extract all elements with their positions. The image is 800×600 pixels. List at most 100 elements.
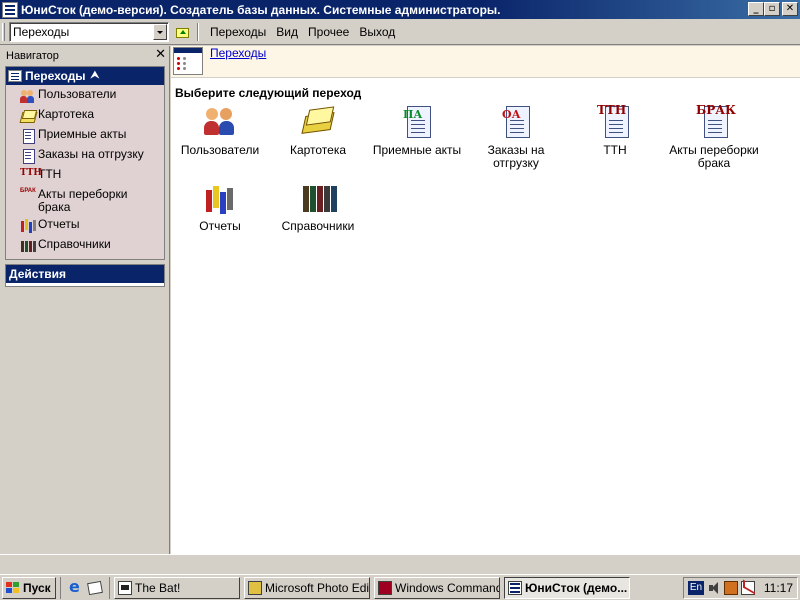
section-title: Выберите следующий переход [175, 86, 362, 100]
transitions-group-header[interactable]: Переходы ⮝ [6, 67, 164, 85]
card-file-icon [300, 104, 336, 140]
sidebar-item-shipping-orders[interactable]: Заказы на отгрузку [6, 146, 164, 166]
close-button[interactable]: ✕ [782, 2, 798, 16]
show-desktop-icon[interactable] [87, 580, 103, 596]
defect-acts-icon: БРАК [20, 188, 36, 194]
tile-badge: ТТН [597, 103, 627, 117]
sidebar-item-users[interactable]: Пользователи [6, 86, 164, 106]
tile-label: Отчеты [199, 219, 241, 233]
menu-item-transitions[interactable]: Переходы [205, 23, 271, 41]
tile-reference-books[interactable]: Справочники [269, 180, 367, 233]
taskbar-button-unistock[interactable]: ЮниСток (демо... [504, 576, 630, 599]
sidebar-item-label: Приемные акты [38, 127, 127, 141]
menu-item-exit[interactable]: Выход [354, 23, 400, 41]
tile-reports[interactable]: Отчеты [171, 180, 269, 233]
breadcrumb: Переходы [171, 46, 800, 78]
volume-icon[interactable] [707, 581, 721, 595]
users-icon [202, 104, 238, 140]
command-prompt-icon [378, 580, 392, 595]
tile-label: Картотека [289, 143, 347, 157]
chevron-down-icon[interactable] [153, 23, 167, 40]
taskbar-button-command[interactable]: Windows Command... [374, 576, 500, 599]
sidebar-item-label: ТТН [38, 167, 62, 181]
app-icon[interactable] [2, 1, 18, 18]
sidebar-item-ttn[interactable]: ТТН ТТН [6, 166, 164, 186]
tile-shipping-orders[interactable]: ОА Заказы на отгрузку [467, 104, 565, 170]
up-folder-button[interactable] [173, 23, 191, 41]
ttn-icon: ТТН [20, 168, 42, 178]
internet-explorer-icon[interactable] [67, 577, 83, 596]
sidebar-item-acceptance-acts[interactable]: Приемные акты [6, 126, 164, 146]
sidebar-item-label: Отчеты [38, 217, 80, 231]
taskbar-button-the-bat[interactable]: The Bat! [114, 576, 240, 599]
toolbar-separator [197, 22, 199, 41]
ttn-icon: ТТН [597, 104, 633, 140]
taskbar: Пуск The Bat! Microsoft Photo Edi... Win… [0, 574, 800, 600]
sidebar-item-label: Справочники [38, 237, 111, 251]
tile-label: Заказы на отгрузку [487, 143, 545, 170]
breadcrumb-link-transitions[interactable]: Переходы [210, 46, 266, 60]
language-indicator[interactable]: En [688, 581, 704, 595]
collapse-chevron-icon[interactable]: ⮝ [91, 67, 100, 85]
transitions-list: Пользователи Картотека Приемные акты Зак… [6, 85, 164, 259]
transitions-group: Переходы ⮝ Пользователи Картотека Приемн… [5, 66, 165, 260]
tile-label: ТТН [603, 143, 627, 157]
tile-ttn[interactable]: ТТН ТТН [566, 104, 664, 157]
navigator-header: Навигатор ✕ [4, 48, 168, 64]
tile-users[interactable]: Пользователи [171, 104, 269, 157]
navigation-combobox[interactable]: Переходы [9, 21, 169, 42]
sidebar-item-defect-acts[interactable]: БРАК Акты переборки брака [6, 186, 164, 216]
quick-launch [60, 576, 110, 599]
tile-card-file[interactable]: Картотека [269, 104, 367, 157]
menu-item-other[interactable]: Прочее [303, 23, 354, 41]
sidebar-item-label: Пользователи [38, 87, 117, 101]
sidebar-item-card-file[interactable]: Картотека [6, 106, 164, 126]
tile-label: Справочники [281, 219, 355, 233]
maximize-button[interactable]: ▫ [764, 2, 780, 16]
sidebar-item-label: Заказы на отгрузку [38, 147, 144, 161]
tile-defect-acts[interactable]: БРАК Акты переборки брака [665, 104, 763, 170]
tile-label: Пользователи [180, 143, 260, 157]
shipping-orders-icon [20, 148, 36, 164]
acceptance-acts-icon [20, 128, 36, 144]
mail-icon[interactable] [741, 581, 755, 595]
system-tray: En 11:17 [683, 577, 798, 599]
toolbar-grip[interactable] [2, 22, 5, 41]
form-icon [173, 47, 203, 75]
list-icon [8, 70, 22, 82]
folder-up-icon [176, 27, 189, 38]
combobox-value: Переходы [13, 24, 70, 39]
unistock-icon [508, 580, 522, 595]
clock[interactable]: 11:17 [764, 581, 793, 595]
start-button[interactable]: Пуск [2, 576, 56, 599]
window-controls: _ ▫ ✕ [748, 2, 798, 16]
tile-acceptance-acts[interactable]: ПА Приемные акты [368, 104, 466, 157]
task-label: Windows Command... [395, 580, 499, 595]
sidebar-item-reports[interactable]: Отчеты [6, 216, 164, 236]
the-bat-icon [118, 580, 132, 595]
task-label: The Bat! [135, 580, 181, 595]
sidebar-item-reference-books[interactable]: Справочники [6, 236, 164, 256]
tile-label: Акты переборки брака [669, 143, 759, 170]
reports-icon [20, 218, 36, 234]
tile-badge: ОА [502, 108, 521, 121]
navigator-title: Навигатор [6, 50, 59, 62]
start-label: Пуск [23, 580, 51, 595]
menu-bar: Переходы Вид Прочее Выход [205, 23, 400, 41]
toolbar: Переходы Переходы Вид Прочее Выход [0, 19, 800, 45]
tile-badge: БРАК [696, 103, 736, 117]
window-title: ЮниСток (демо-версия). Создатель базы да… [21, 2, 501, 17]
window-titlebar[interactable]: ЮниСток (демо-версия). Создатель базы да… [0, 0, 800, 19]
main-content: Переходы Выберите следующий переход Поль… [171, 46, 800, 554]
photo-editor-icon [248, 580, 262, 595]
minimize-button[interactable]: _ [748, 2, 764, 16]
menu-item-view[interactable]: Вид [271, 23, 303, 41]
tray-app-icon[interactable] [724, 581, 738, 595]
actions-group: Действия [5, 264, 165, 287]
actions-group-header[interactable]: Действия [6, 265, 164, 283]
navigator-close-icon[interactable]: ✕ [155, 48, 166, 62]
taskbar-button-photo-editor[interactable]: Microsoft Photo Edi... [244, 576, 370, 599]
windows-logo-icon [6, 581, 20, 594]
tile-label: Приемные акты [372, 143, 462, 157]
reference-books-icon [300, 180, 336, 216]
